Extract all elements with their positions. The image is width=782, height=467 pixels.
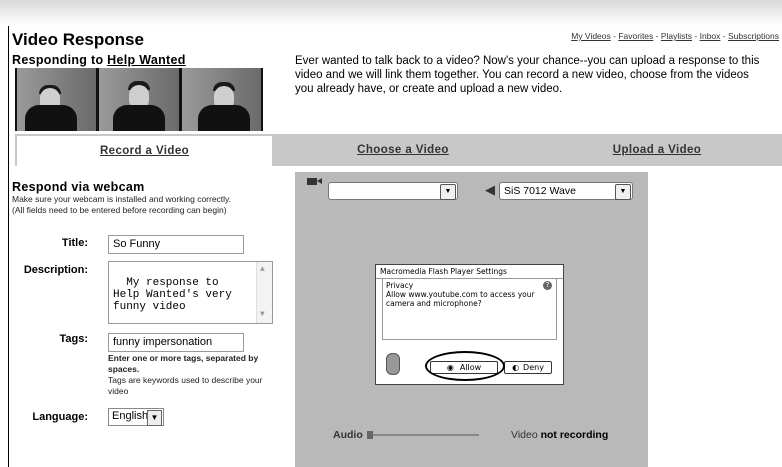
scroll-up-icon[interactable]: ▲ [260,264,265,276]
language-value: English [112,410,149,422]
microphone-value: SiS 7012 Wave [504,185,576,197]
inbox-link[interactable]: Inbox [700,31,721,41]
responding-prefix: Responding to [12,53,108,67]
privacy-message: Allow www.youtube.com to access your cam… [386,290,535,308]
my-videos-link[interactable]: My Videos [571,31,611,41]
tags-label: Tags: [59,333,88,345]
tags-field[interactable]: funny impersonation [108,333,244,352]
intro-text: Ever wanted to talk back to a video? Now… [295,55,760,95]
chevron-down-icon[interactable]: ▼ [615,184,631,200]
tab-record-video[interactable]: Record a Video [15,134,274,166]
title-label: Title: [61,237,88,249]
webcam-recorder[interactable]: ▼ ◀ SiS 7012 Wave ▼ Macromedia Flash Pla… [295,172,648,467]
video-thumbnail[interactable] [17,68,97,131]
flash-mascot-icon [386,353,400,375]
responding-to: Responding to Help Wanted [12,53,186,67]
allow-highlight-circle [425,351,505,381]
privacy-heading: Privacy [386,281,414,290]
title-field[interactable]: So Funny [108,235,244,254]
video-thumbnail[interactable] [99,68,179,131]
tags-help-text: Tags are keywords used to describe your … [108,375,263,396]
help-icon[interactable]: ? [543,281,552,290]
tags-help: Enter one or more tags, separated by spa… [108,353,278,397]
response-tabs: Record a Video Choose a Video Upload a V… [15,134,782,166]
account-links: My Videos - Favorites - Playlists - Inbo… [571,31,779,41]
description-field[interactable]: My response to Help Wanted's very funny … [108,261,273,324]
playlists-link[interactable]: Playlists [661,31,692,41]
description-scrollbar[interactable]: ▲ ▼ [256,262,272,323]
thumbnail-body [25,105,77,131]
thumbnail-body [197,105,250,131]
thumbnail-body [113,105,166,131]
page-title: Video Response [12,30,144,49]
top-bar [0,0,782,26]
video-thumbnail[interactable] [181,68,261,131]
chevron-down-icon[interactable]: ▼ [440,184,456,200]
audio-level-meter [367,431,479,439]
flash-settings-dialog: Macromedia Flash Player Settings Privacy… [375,264,564,385]
form-note: Make sure your webcam is installed and w… [12,194,282,216]
chevron-down-icon[interactable]: ▼ [147,410,162,426]
language-select[interactable]: English ▼ [108,408,164,426]
favorites-link[interactable]: Favorites [618,31,653,41]
camera-select[interactable]: ▼ [328,182,458,200]
language-label: Language: [32,411,88,423]
description-text: My response to Help Wanted's very funny … [113,277,232,313]
video-label: Video [511,429,538,441]
description-label: Description: [23,264,88,276]
deny-icon: ◐ [512,363,520,372]
recording-status: not recording [540,429,609,441]
link-separator: - [653,31,661,41]
scroll-down-icon[interactable]: ▼ [260,309,265,321]
camera-icon [307,178,322,185]
privacy-panel: Privacy ? Allow www.youtube.com to acces… [382,278,557,340]
webcam-form: Respond via webcam Make sure your webcam… [12,180,282,216]
subscriptions-link[interactable]: Subscriptions [728,31,779,41]
form-note-line: (All fields need to be entered before re… [12,205,227,215]
deny-label: Deny [523,363,544,372]
audio-label: Audio [333,429,363,441]
tab-upload-video[interactable]: Upload a Video [532,134,782,166]
original-video-link[interactable]: Help Wanted [107,53,186,67]
form-heading: Respond via webcam [12,180,145,194]
speaker-icon: ◀ [485,182,495,197]
deny-button[interactable]: ◐ Deny [504,361,552,374]
flash-dialog-title: Macromedia Flash Player Settings [376,265,563,279]
link-separator: - [692,31,700,41]
video-thumbnails [15,68,263,131]
microphone-select[interactable]: SiS 7012 Wave ▼ [499,182,633,200]
tags-help-bold: Enter one or more tags, separated by spa… [108,353,259,374]
link-separator: - [720,31,728,41]
tab-choose-video[interactable]: Choose a Video [274,134,532,166]
video-status: Video not recording [511,429,608,441]
form-note-line: Make sure your webcam is installed and w… [12,194,232,204]
